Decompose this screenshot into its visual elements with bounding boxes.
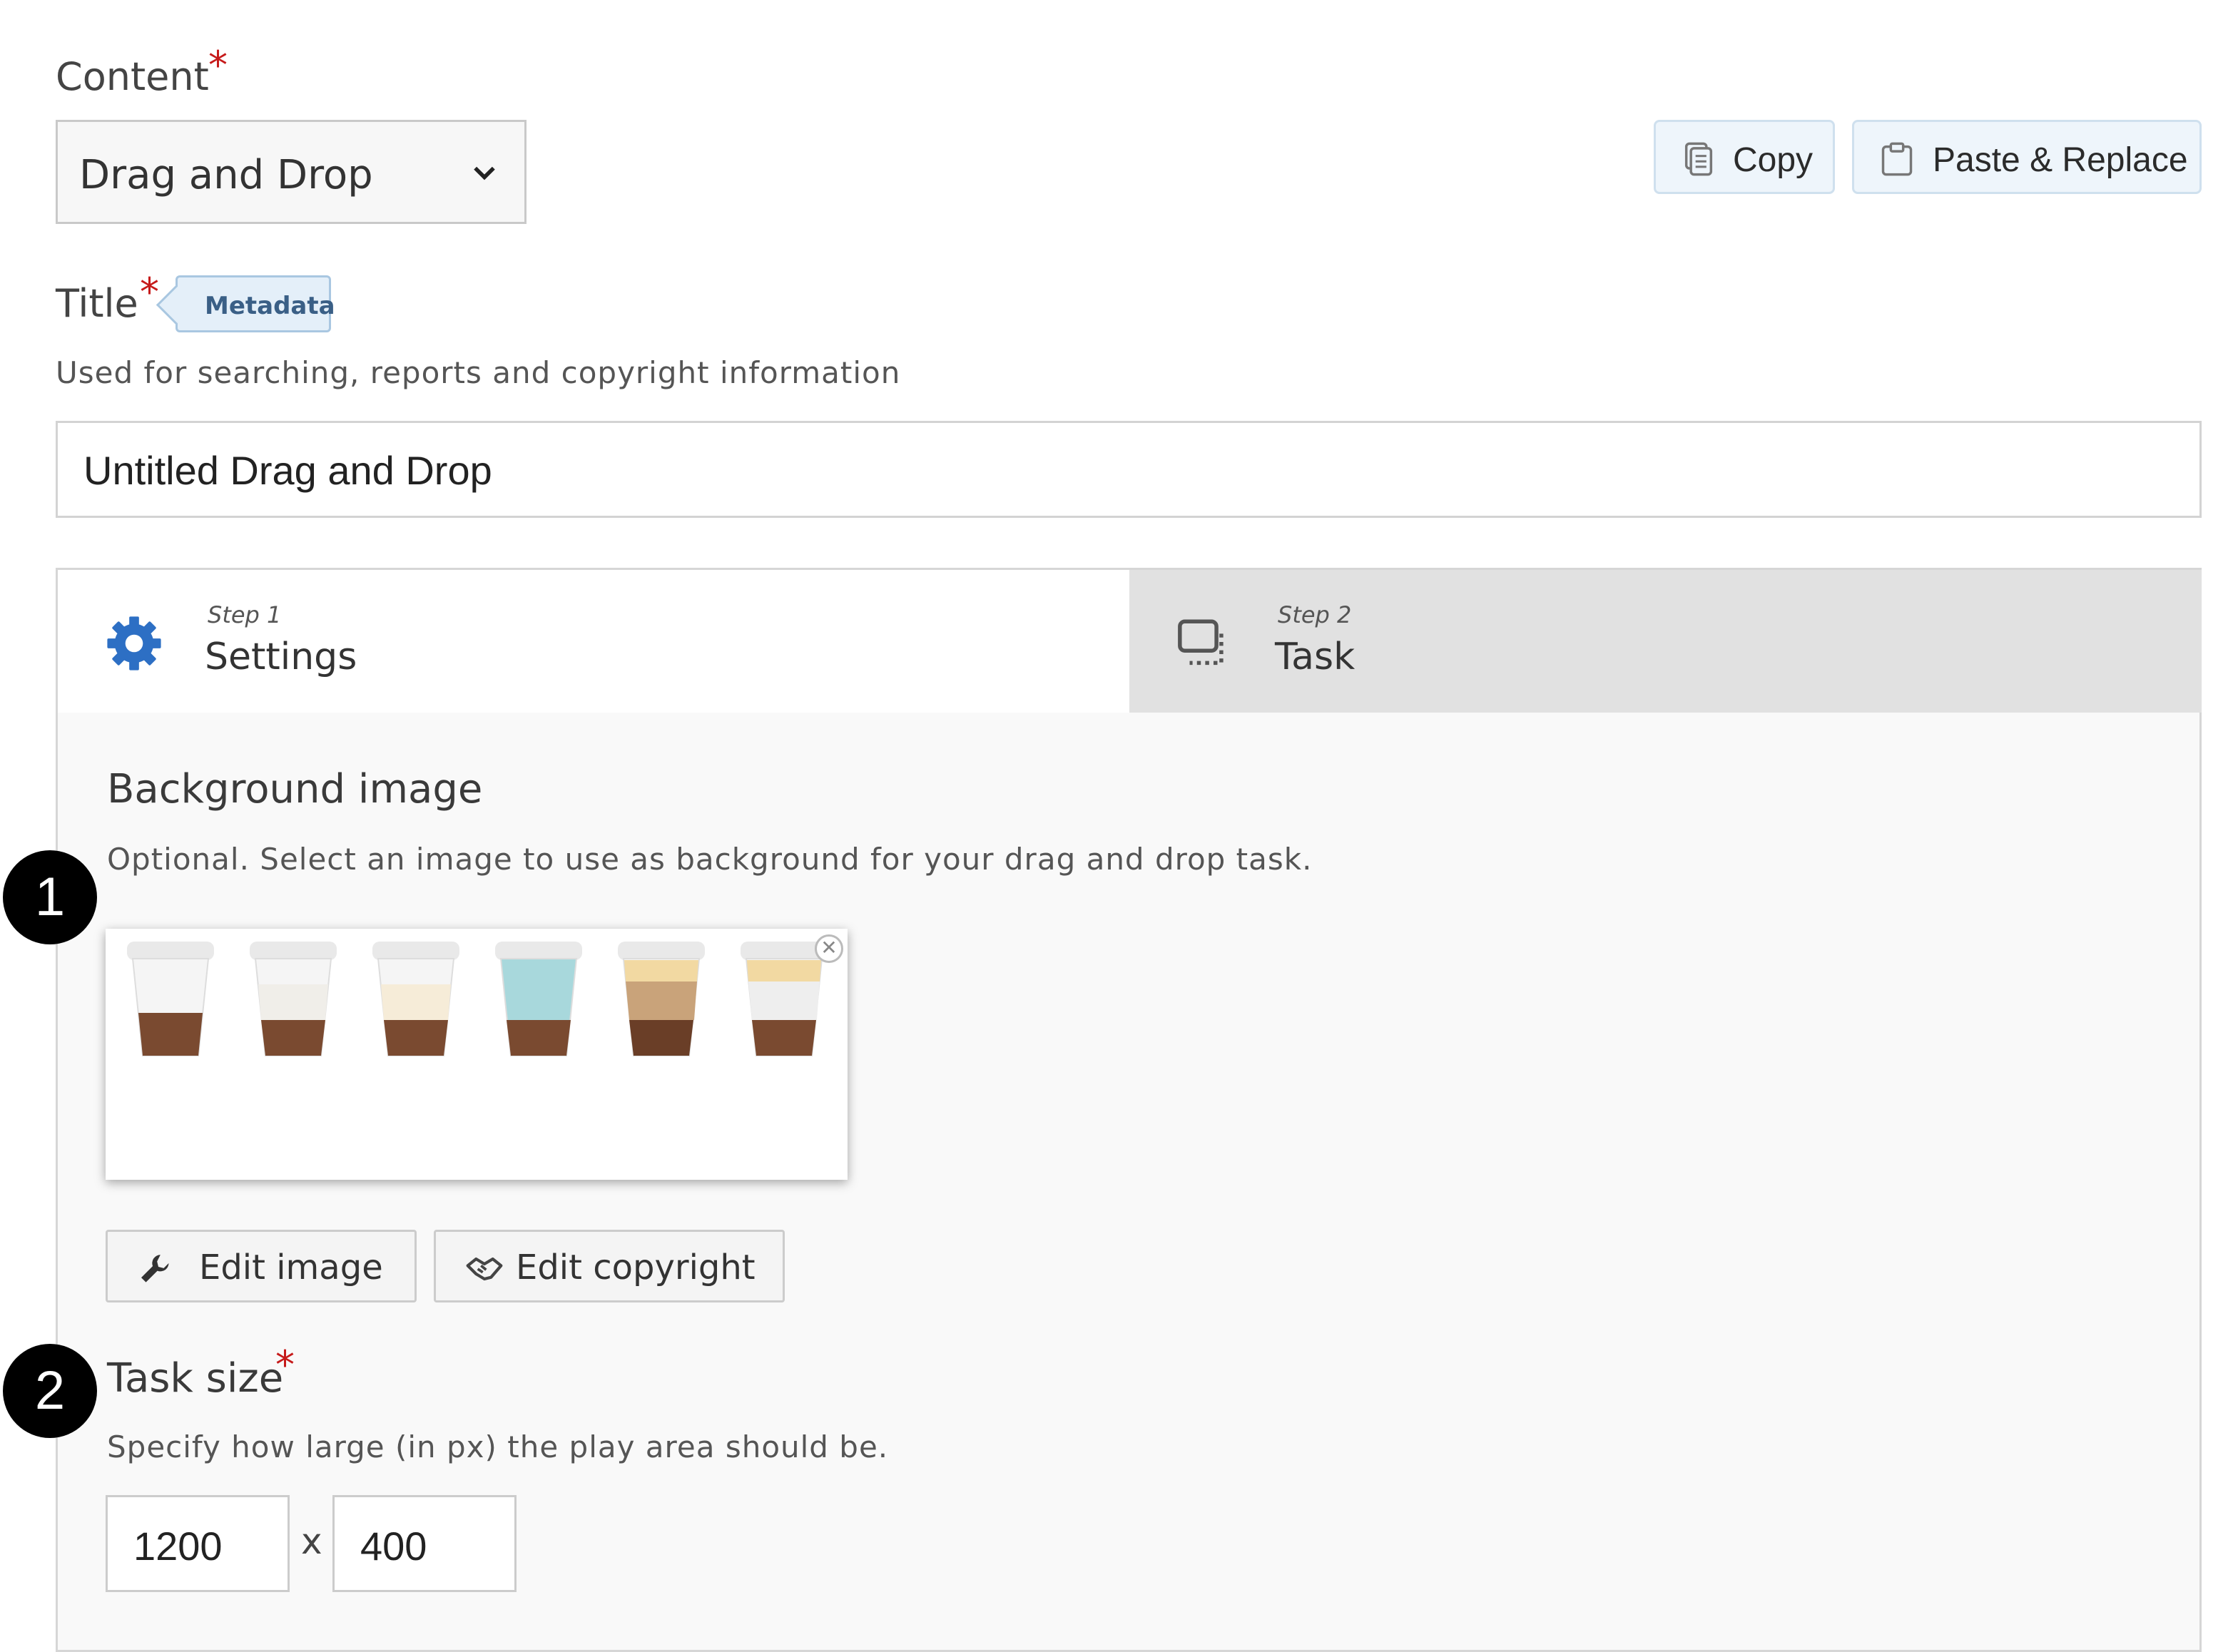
coffee-cups-image xyxy=(127,942,828,1056)
tab-settings[interactable]: Step 1 Settings xyxy=(58,570,1129,713)
clipboard-icon xyxy=(1881,142,1913,176)
paste-replace-button[interactable]: Paste & Replace xyxy=(1852,120,2202,194)
annotation-badge-1: 1 xyxy=(3,850,97,944)
tab-task-step: Step 2 xyxy=(1278,601,1352,628)
background-image-description: Optional. Select an image to use as back… xyxy=(107,842,1313,877)
annotation-badge-2: 2 xyxy=(3,1344,97,1438)
task-height-value: 400 xyxy=(360,1524,427,1569)
size-separator: x xyxy=(301,1521,322,1562)
background-image-heading: Background image xyxy=(107,766,483,812)
copy-icon xyxy=(1684,142,1713,176)
title-description: Used for searching, reports and copyrigh… xyxy=(56,355,901,390)
title-input[interactable]: Untitled Drag and Drop xyxy=(56,421,2202,518)
edit-image-label: Edit image xyxy=(199,1248,383,1288)
tab-task-label: Task xyxy=(1275,636,1355,678)
tab-settings-step: Step 1 xyxy=(208,601,282,628)
copy-button[interactable]: Copy xyxy=(1654,120,1835,194)
dashed-frame-icon xyxy=(1178,619,1224,666)
background-image-thumbnail[interactable]: ✕ xyxy=(106,929,848,1180)
content-required-mark: * xyxy=(208,43,228,88)
content-type-select[interactable]: Drag and Drop xyxy=(56,120,527,224)
metadata-tag-label: Metadata xyxy=(205,292,335,320)
content-label: Content xyxy=(56,54,209,99)
paste-replace-button-label: Paste & Replace xyxy=(1933,141,2188,179)
metadata-tag[interactable]: Metadata xyxy=(156,275,335,332)
task-size-required-mark: * xyxy=(275,1342,295,1387)
task-width-input[interactable]: 1200 xyxy=(106,1495,290,1592)
remove-image-icon[interactable]: ✕ xyxy=(815,934,843,963)
edit-image-button[interactable]: Edit image xyxy=(106,1230,417,1302)
handshake-icon xyxy=(466,1257,503,1281)
gear-icon xyxy=(107,616,161,671)
copy-button-label: Copy xyxy=(1733,141,1814,179)
task-size-description: Specify how large (in px) the play area … xyxy=(107,1429,889,1464)
wrench-icon xyxy=(141,1255,169,1283)
tab-task[interactable]: Step 2 Task xyxy=(1129,570,2202,713)
title-input-value: Untitled Drag and Drop xyxy=(83,448,492,493)
title-required-mark: * xyxy=(140,270,159,315)
title-label: Title xyxy=(56,281,138,326)
task-width-value: 1200 xyxy=(133,1524,223,1569)
task-size-heading: Task size xyxy=(107,1355,284,1402)
metadata-tag-notch xyxy=(156,285,196,325)
edit-copyright-button[interactable]: Edit copyright xyxy=(434,1230,785,1302)
edit-copyright-label: Edit copyright xyxy=(516,1248,756,1288)
tab-settings-label: Settings xyxy=(205,636,357,678)
content-type-value: Drag and Drop xyxy=(79,152,373,198)
task-height-input[interactable]: 400 xyxy=(332,1495,517,1592)
chevron-down-icon xyxy=(474,166,495,180)
